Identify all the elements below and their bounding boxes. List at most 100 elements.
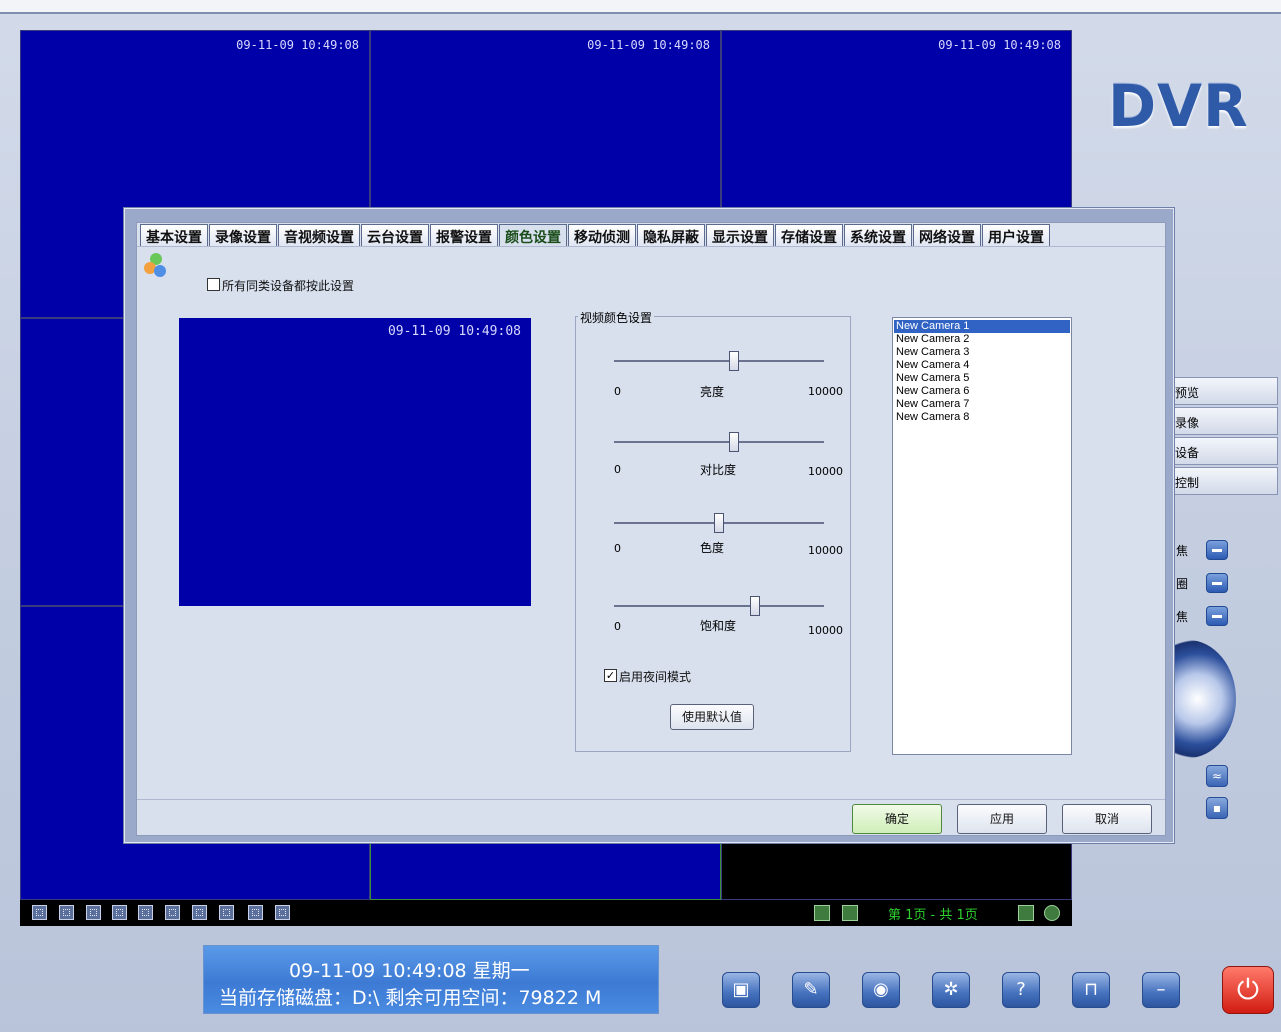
- page-indicator: 第 1页 - 共 1页: [888, 908, 978, 923]
- brightness-slider[interactable]: [614, 360, 824, 362]
- side-device-button[interactable]: 设备: [1168, 437, 1278, 465]
- contrast-slider-thumb[interactable]: [728, 432, 739, 452]
- tab-system[interactable]: 系统设置: [844, 224, 912, 246]
- fullscreen-icon[interactable]: [275, 905, 290, 920]
- wifi-icon[interactable]: ≈: [1206, 765, 1228, 787]
- tab-storage[interactable]: 存储设置: [775, 224, 843, 246]
- focus-label: 焦: [1176, 544, 1189, 558]
- edit-icon[interactable]: ✎: [792, 972, 830, 1008]
- tab-ptz[interactable]: 云台设置: [361, 224, 429, 246]
- tab-user[interactable]: 用户设置: [982, 224, 1050, 246]
- camera-list-item[interactable]: New Camera 2: [894, 333, 1070, 346]
- dvr-main-window: 09-11-09 10:49:08 09-11-09 10:49:08 09-1…: [0, 0, 1281, 1032]
- snapshot-icon[interactable]: ▣: [722, 972, 760, 1008]
- cancel-button[interactable]: 取消: [1062, 804, 1152, 834]
- window-top-bar: [0, 0, 1281, 14]
- minimize-icon[interactable]: –: [1142, 972, 1180, 1008]
- apply-all-checkbox[interactable]: [207, 278, 220, 291]
- layout-16-icon[interactable]: [192, 905, 207, 920]
- next-page-icon[interactable]: [1018, 905, 1034, 921]
- layout-1-icon[interactable]: [32, 905, 47, 920]
- wall-toolbar: 第 1页 - 共 1页: [20, 900, 1072, 926]
- saturation-slider-thumb[interactable]: [749, 596, 760, 616]
- saturation-min: 0: [614, 620, 621, 633]
- layout-36-icon[interactable]: [248, 905, 263, 920]
- group-title: 视频颜色设置: [578, 309, 655, 326]
- config-gear-icon[interactable]: ✲: [932, 972, 970, 1008]
- night-mode-label: 启用夜间模式: [619, 670, 692, 684]
- hue-max: 10000: [808, 544, 843, 557]
- lock-icon[interactable]: ⊓: [1072, 972, 1110, 1008]
- iris-label: 圈: [1176, 577, 1189, 591]
- settings-tabs: 基本设置 录像设置 音视频设置 云台设置 报警设置 颜色设置 移动侦测 隐私屏蔽…: [140, 224, 1051, 246]
- apply-button[interactable]: 应用: [957, 804, 1047, 834]
- apply-all-label: 所有同类设备都按此设置: [222, 279, 355, 293]
- saturation-slider[interactable]: [614, 605, 824, 607]
- settings-small-icon[interactable]: ▪: [1206, 797, 1228, 819]
- cell-timestamp: 09-11-09 10:49:08: [938, 38, 1061, 52]
- night-mode-checkbox[interactable]: ✓: [604, 669, 617, 682]
- camera-list-item[interactable]: New Camera 5: [894, 372, 1070, 385]
- settings-dialog: 基本设置 录像设置 音视频设置 云台设置 报警设置 颜色设置 移动侦测 隐私屏蔽…: [123, 207, 1175, 844]
- focus-minus-button[interactable]: [1206, 540, 1228, 560]
- contrast-label: 对比度: [700, 463, 737, 477]
- camera-list-item[interactable]: New Camera 8: [894, 411, 1070, 424]
- layout-9-icon[interactable]: [138, 905, 153, 920]
- side-preview-button[interactable]: 预览: [1168, 377, 1278, 405]
- saturation-label: 饱和度: [700, 619, 737, 633]
- use-default-button[interactable]: 使用默认值: [670, 704, 754, 730]
- contrast-min: 0: [614, 463, 621, 476]
- footer-divider: [137, 799, 1165, 800]
- camera-list-item[interactable]: New Camera 4: [894, 359, 1070, 372]
- playback-icon[interactable]: ◉: [862, 972, 900, 1008]
- preview-timestamp: 09-11-09 10:49:08: [387, 324, 521, 339]
- contrast-max: 10000: [808, 465, 843, 478]
- dvr-logo: DVR: [1108, 72, 1249, 140]
- brightness-max: 10000: [808, 385, 843, 398]
- refresh-icon[interactable]: [1044, 905, 1060, 921]
- cell-timestamp: 09-11-09 10:49:08: [587, 38, 710, 52]
- zoom-minus-button[interactable]: [1206, 606, 1228, 626]
- video-color-group: 视频颜色设置 0 亮度 10000 0 对比度 10000 0 色度 10000…: [575, 309, 851, 752]
- tab-display[interactable]: 显示设置: [706, 224, 774, 246]
- tab-color[interactable]: 颜色设置: [499, 224, 567, 246]
- brightness-label: 亮度: [700, 385, 725, 399]
- first-page-icon[interactable]: [814, 905, 830, 921]
- tab-audio-video[interactable]: 音视频设置: [278, 224, 360, 246]
- camera-list-item[interactable]: New Camera 1: [894, 320, 1070, 333]
- zoom-label: 焦: [1176, 610, 1189, 624]
- cell-timestamp: 09-11-09 10:49:08: [236, 38, 359, 52]
- ok-button[interactable]: 确定: [852, 804, 942, 834]
- camera-list-item[interactable]: New Camera 6: [894, 385, 1070, 398]
- help-icon[interactable]: ?: [1002, 972, 1040, 1008]
- tab-divider: [137, 246, 1165, 247]
- camera-list-item[interactable]: New Camera 7: [894, 398, 1070, 411]
- power-icon[interactable]: ⏻: [1222, 966, 1274, 1014]
- hue-label: 色度: [700, 541, 725, 555]
- color-settings-icon: [142, 253, 168, 279]
- camera-list-item[interactable]: New Camera 3: [894, 346, 1070, 359]
- saturation-max: 10000: [808, 624, 843, 637]
- tab-basic[interactable]: 基本设置: [140, 224, 208, 246]
- layout-6-icon[interactable]: [86, 905, 101, 920]
- tab-motion[interactable]: 移动侦测: [568, 224, 636, 246]
- tab-alarm[interactable]: 报警设置: [430, 224, 498, 246]
- prev-page-icon[interactable]: [842, 905, 858, 921]
- hue-slider-thumb[interactable]: [714, 513, 724, 533]
- tab-record[interactable]: 录像设置: [209, 224, 277, 246]
- settings-dialog-body: 基本设置 录像设置 音视频设置 云台设置 报警设置 颜色设置 移动侦测 隐私屏蔽…: [136, 222, 1166, 836]
- brightness-slider-thumb[interactable]: [728, 351, 739, 371]
- camera-list[interactable]: New Camera 1 New Camera 2 New Camera 3 New …: [892, 317, 1072, 755]
- status-panel: 09-11-09 10:49:08 星期一 当前存储磁盘：D:\ 剩余可用空间：…: [203, 945, 659, 1014]
- tab-privacy[interactable]: 隐私屏蔽: [637, 224, 705, 246]
- iris-minus-button[interactable]: [1206, 573, 1228, 593]
- tab-network[interactable]: 网络设置: [913, 224, 981, 246]
- layout-10-icon[interactable]: [165, 905, 180, 920]
- side-control-button[interactable]: 控制: [1168, 467, 1278, 495]
- contrast-slider[interactable]: [614, 441, 824, 443]
- side-record-button[interactable]: 录像: [1168, 407, 1278, 435]
- layout-4-icon[interactable]: [59, 905, 74, 920]
- brightness-min: 0: [614, 385, 621, 398]
- layout-8-icon[interactable]: [112, 905, 127, 920]
- layout-25-icon[interactable]: [219, 905, 234, 920]
